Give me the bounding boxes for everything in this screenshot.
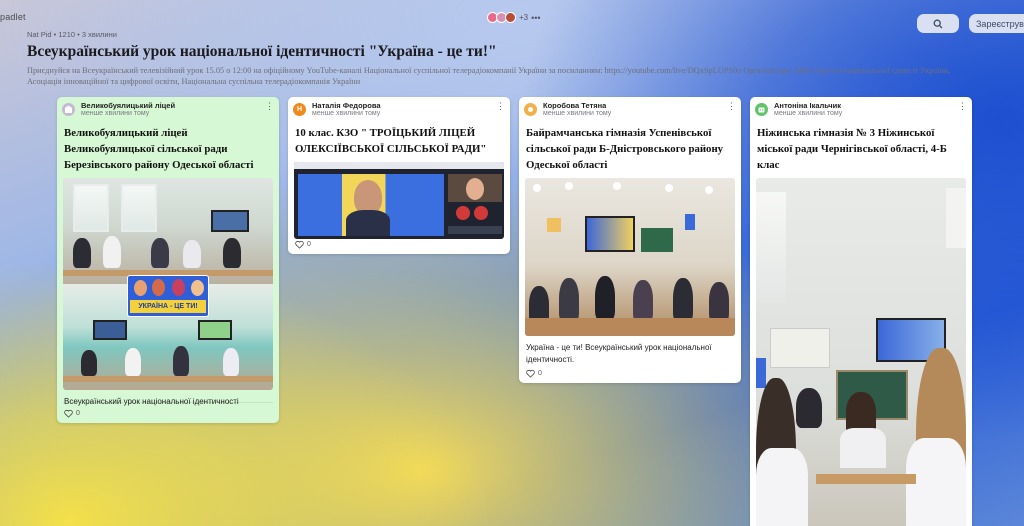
post-card[interactable]: Великобуялицький ліцей менше хвилини том… [57, 97, 279, 423]
post-header: Великобуялицький ліцей менше хвилини том… [57, 97, 279, 125]
post-image[interactable] [756, 178, 966, 526]
divider [63, 402, 273, 403]
post-title: Великобуялицький ліцей Великобуялицької … [64, 127, 254, 171]
post-card[interactable]: Н Наталія Федорова менше хвилини тому ⋮ … [288, 97, 510, 254]
post-header: Антоніна Ікальчик менше хвилини тому ⋮ [750, 97, 972, 125]
post-time: менше хвилини тому [774, 110, 843, 117]
post-author: Наталія Федорова [312, 101, 381, 110]
post-image[interactable]: УКРАЇНА - ЦЕ ТИ! [63, 178, 273, 390]
post-image[interactable] [294, 162, 504, 239]
post-caption: Україна - це ти! Всеукраїнський урок нац… [526, 343, 712, 364]
more-options-icon[interactable]: ⋮ [958, 101, 967, 112]
like-count: 0 [307, 241, 311, 248]
heart-icon[interactable] [526, 369, 535, 378]
author-avatar [62, 103, 75, 116]
post-title: Ніжинська гімназія № 3 Ніжинської місько… [757, 127, 947, 171]
post-reactions: 0 [295, 240, 311, 249]
heart-icon[interactable] [295, 240, 304, 249]
post-header: Коробова Тетяна менше хвилини тому ⋮ [519, 97, 741, 125]
collaborators[interactable]: +3 ••• [487, 12, 541, 23]
activity-dots-icon: ••• [531, 12, 541, 23]
more-options-icon[interactable]: ⋮ [496, 101, 505, 112]
board-description: Приєднуйся на Всеукраїнський телевізійни… [27, 66, 951, 86]
promo-overlay: УКРАЇНА - ЦЕ ТИ! [127, 275, 209, 317]
author-avatar: Н [293, 103, 306, 116]
promo-overlay-text: УКРАЇНА - ЦЕ ТИ! [130, 300, 206, 313]
post-author: Антоніна Ікальчик [774, 101, 841, 110]
post-card[interactable]: Коробова Тетяна менше хвилини тому ⋮ Бай… [519, 97, 741, 383]
author-avatar [524, 103, 537, 116]
register-button[interactable]: Зареєструва [969, 14, 1024, 33]
brand-logo[interactable]: padlet [0, 12, 26, 22]
like-count: 0 [538, 370, 542, 377]
school-icon [64, 105, 73, 113]
collaborator-avatar [505, 12, 516, 23]
post-time: менше хвилини тому [81, 110, 150, 117]
like-count: 0 [76, 410, 80, 417]
board-header: Nat Pid • 1210 • 3 хвилини Всеукраїнськи… [27, 30, 977, 87]
post-time: менше хвилини тому [312, 110, 381, 117]
robot-icon [758, 107, 765, 113]
post-time: менше хвилини тому [543, 110, 612, 117]
post-card[interactable]: Антоніна Ікальчик менше хвилини тому ⋮ Н… [750, 97, 972, 526]
post-header: Н Наталія Федорова менше хвилини тому ⋮ [288, 97, 510, 125]
heart-icon[interactable] [64, 409, 73, 418]
post-image[interactable] [525, 178, 735, 336]
post-caption: Всеукраїнський урок національної ідентич… [64, 397, 239, 406]
post-reactions: 0 [526, 369, 542, 378]
post-reactions: 0 [64, 409, 80, 418]
post-title: 10 клас. КЗО " ТРОЇЦЬКИЙ ЛІЦЕЙ ОЛЕКСІЇВС… [295, 127, 487, 155]
post-author: Коробова Тетяна [543, 101, 607, 110]
more-options-icon[interactable]: ⋮ [727, 101, 736, 112]
post-title: Байрамчанська гімназія Успенівської сіль… [526, 127, 724, 171]
author-avatar [755, 103, 768, 116]
collaborators-count: +3 [519, 13, 529, 22]
search-icon [933, 19, 943, 28]
post-author: Великобуялицький ліцей [81, 101, 176, 110]
board-title: Всеукраїнський урок національної ідентич… [27, 43, 497, 60]
board-meta: Nat Pid • 1210 • 3 хвилини [27, 30, 117, 39]
more-options-icon[interactable]: ⋮ [265, 101, 274, 112]
sun-icon [528, 107, 533, 112]
